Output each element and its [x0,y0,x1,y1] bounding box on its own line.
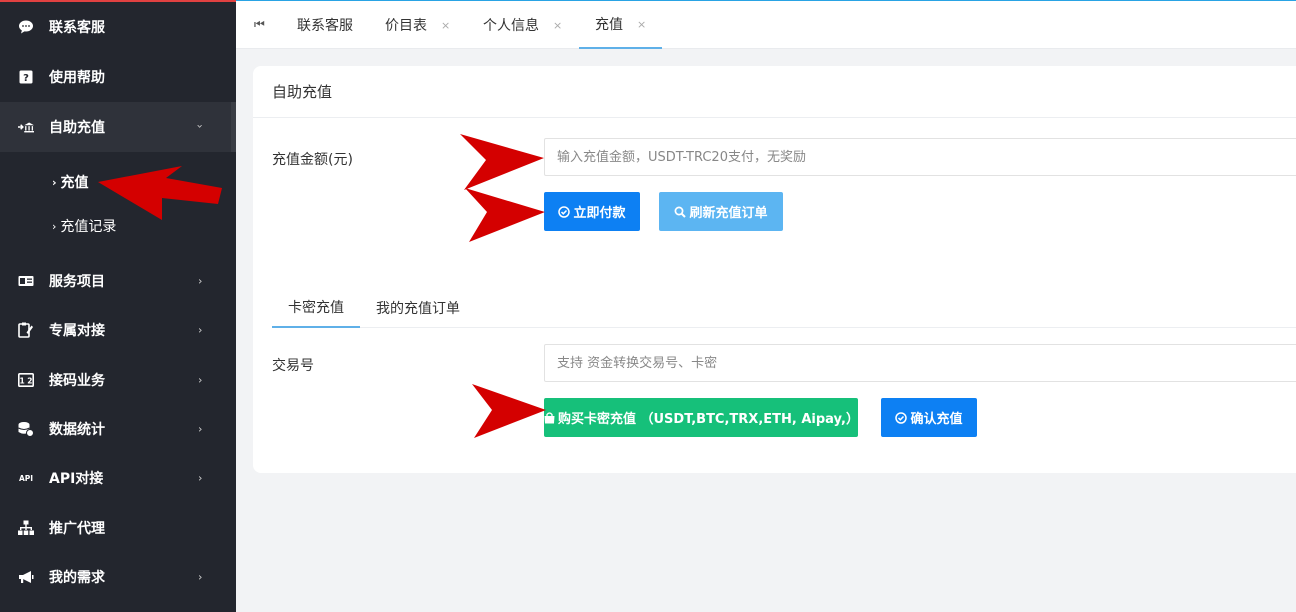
help-icon: ? [18,69,34,85]
sidebar-subitem-recharge-records[interactable]: › 充值记录 [0,204,236,248]
search-icon [675,206,687,218]
sidebar-item-label: API对接 [49,471,104,487]
sidebar-item-help[interactable]: ? 使用帮助 [0,52,236,102]
recharge-card: 自助充值 充值金额(元) 立即付款 刷新充值订单 卡密充值 我的充值订单 交易号… [253,66,1296,473]
tab-label: 充值 [595,17,623,33]
subtab-label: 卡密充值 [288,300,344,316]
sidebar-item-self-recharge[interactable]: 自助充值 › [0,102,236,152]
chevron-down-icon: › [193,124,207,129]
sidebar-item-services[interactable]: 服务项目 › [0,256,236,306]
tab-personal-info[interactable]: 个人信息 × [483,1,562,49]
sidebar-item-statistics[interactable]: 数据统计 › [0,404,236,454]
transaction-input[interactable] [544,344,1296,382]
close-icon[interactable]: × [441,19,450,32]
close-icon[interactable]: × [553,19,562,32]
tab-scroll-left-icon[interactable]: ⏮ [254,17,265,32]
sidebar-item-label: 专属对接 [49,323,105,339]
sidebar: 联系客服 ? 使用帮助 自助充值 › › 充值 › 充值记录 服务项目 › 专属… [0,0,236,612]
transaction-label: 交易号 [272,358,314,374]
tab-label: 联系客服 [297,18,353,34]
megaphone-icon [18,569,34,585]
svg-text:?: ? [23,73,29,84]
sidebar-item-label: 数据统计 [49,422,105,438]
tab-label: 个人信息 [483,18,539,34]
svg-text:API: API [19,474,33,483]
org-chart-icon [18,520,34,536]
refresh-orders-button[interactable]: 刷新充值订单 [659,192,783,231]
button-label: 刷新充值订单 [689,206,768,221]
sidebar-item-api[interactable]: API API对接 › [0,453,236,503]
chevron-right-icon: › [198,471,203,485]
sidebar-subitem-recharge[interactable]: › 充值 [0,160,236,204]
sms-code-icon: 1 2 [18,372,34,388]
svg-text:1 2: 1 2 [19,377,32,386]
chevron-right-icon: › [198,373,203,387]
sidebar-item-label: 接码业务 [49,373,105,389]
button-label: 购买卡密充值 （USDT,BTC,TRX,ETH, Aipay,） [557,412,859,427]
sidebar-item-label: 我的需求 [49,570,105,586]
sidebar-item-label: 推广代理 [49,521,105,537]
sidebar-item-label: 使用帮助 [49,70,105,86]
recharge-subtabs: 卡密充值 我的充值订单 [272,288,1296,328]
sidebar-subitem-label: 充值 [60,175,89,191]
api-icon: API [18,470,34,486]
chat-icon [18,19,34,35]
check-circle-icon [558,205,571,218]
sidebar-item-sms-code[interactable]: 1 2 接码业务 › [0,355,236,405]
sidebar-item-promotion[interactable]: 推广代理 [0,503,236,553]
check-circle-icon [895,411,908,424]
sidebar-item-label: 自助充值 [49,120,105,136]
button-label: 确认充值 [910,412,963,427]
subtab-my-orders[interactable]: 我的充值订单 [376,288,460,328]
amount-label: 充值金额(元) [272,152,353,168]
subtab-card-recharge[interactable]: 卡密充值 [272,288,360,328]
chevron-right-icon: › [52,219,57,233]
menu-active-indicator [231,102,236,152]
service-icon [18,273,34,289]
card-title: 自助充值 [253,66,1296,118]
close-icon[interactable]: × [637,18,646,31]
chevron-right-icon: › [198,323,203,337]
sidebar-subitem-label: 充值记录 [60,219,117,235]
shopping-bag-icon [544,411,555,423]
chevron-right-icon: › [198,422,203,436]
sidebar-item-label: 联系客服 [49,20,105,36]
tab-label: 价目表 [385,18,427,34]
chevron-right-icon: › [198,274,203,288]
subtab-label: 我的充值订单 [376,301,460,317]
tab-recharge[interactable]: 充值 × [579,1,663,49]
recharge-icon [18,119,34,135]
sidebar-item-label: 服务项目 [49,274,105,290]
amount-input[interactable] [544,138,1296,176]
tab-contact-support[interactable]: 联系客服 [297,1,353,49]
chevron-right-icon: › [198,570,203,584]
dedicated-icon [18,322,34,338]
confirm-recharge-button[interactable]: 确认充值 [881,398,977,437]
tab-bar: ⏮ 联系客服 价目表 × 个人信息 × 充值 × [236,0,1296,49]
pay-now-button[interactable]: 立即付款 [544,192,640,231]
sidebar-item-contact-support[interactable]: 联系客服 [0,2,236,52]
sidebar-item-my-requests[interactable]: 我的需求 › [0,552,236,602]
chevron-right-icon: › [52,175,57,189]
button-label: 立即付款 [573,206,626,221]
buy-card-button[interactable]: 购买卡密充值 （USDT,BTC,TRX,ETH, Aipay,） [544,398,859,437]
sidebar-item-dedicated[interactable]: 专属对接 › [0,305,236,355]
tab-price-list[interactable]: 价目表 × [385,1,450,49]
database-icon [18,421,34,437]
